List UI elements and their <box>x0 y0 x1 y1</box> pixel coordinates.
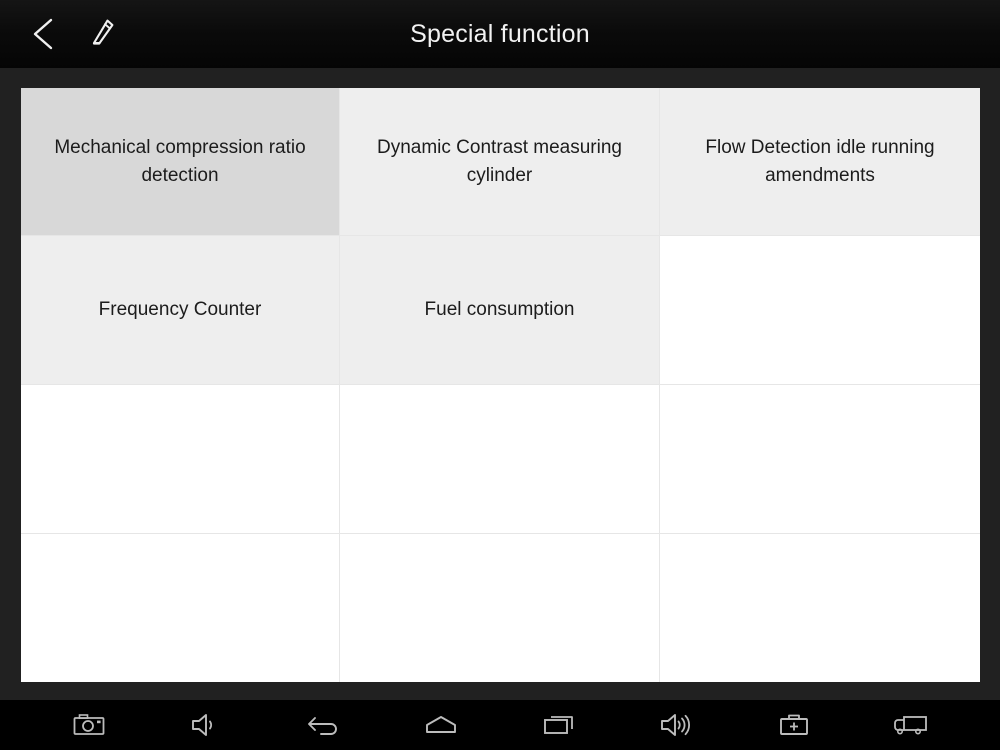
function-cell[interactable]: Dynamic Contrast measuring cylinder <box>340 88 660 236</box>
nav-home-button[interactable] <box>404 702 478 748</box>
pencil-icon <box>86 17 116 51</box>
function-cell-label: Frequency Counter <box>98 299 262 320</box>
chevron-left-icon <box>29 17 57 51</box>
recent-apps-icon <box>542 713 576 737</box>
function-cell-empty <box>660 236 980 385</box>
volume-up-icon <box>659 711 693 739</box>
nav-back-button[interactable] <box>287 702 361 748</box>
function-cell-empty <box>340 534 660 682</box>
nav-volume-up-button[interactable] <box>639 702 713 748</box>
back-arrow-icon <box>307 712 341 738</box>
function-cell-empty <box>340 385 660 534</box>
nav-volume-down-button[interactable] <box>169 702 243 748</box>
function-cell-empty <box>660 534 980 682</box>
page-title: Special function <box>410 19 590 48</box>
function-cell-empty <box>660 385 980 534</box>
nav-vehicle-button[interactable] <box>874 702 948 748</box>
content-area: Mechanical compression ratio detection Dy… <box>0 68 1000 700</box>
function-cell-empty <box>21 385 340 534</box>
function-cell-label: Dynamic Contrast measuring cylinder <box>377 136 622 186</box>
truck-icon <box>892 713 930 737</box>
function-cell-empty <box>21 534 340 682</box>
function-cell-label: Mechanical compression ratio detection <box>54 136 306 186</box>
camera-icon <box>72 712 106 738</box>
toolbox-icon <box>778 712 810 738</box>
function-cell[interactable]: Flow Detection idle running amendments <box>660 88 980 236</box>
back-button[interactable] <box>14 4 72 64</box>
function-cell-label: Flow Detection idle running amendments <box>705 136 935 186</box>
app-root: Special function Mechanical compression … <box>0 0 1000 750</box>
title-bar: Special function <box>0 0 1000 68</box>
nav-toolbox-button[interactable] <box>757 702 831 748</box>
title-bar-actions <box>0 0 130 68</box>
function-cell[interactable]: Fuel consumption <box>340 236 660 385</box>
function-cell-label: Fuel consumption <box>424 299 575 320</box>
nav-screenshot-button[interactable] <box>52 702 126 748</box>
function-grid: Mechanical compression ratio detection Dy… <box>21 88 980 682</box>
edit-button[interactable] <box>72 4 130 64</box>
volume-down-icon <box>190 711 222 739</box>
function-cell[interactable]: Frequency Counter <box>21 236 340 385</box>
bottom-nav-bar <box>0 700 1000 750</box>
nav-recent-apps-button[interactable] <box>522 702 596 748</box>
home-icon <box>424 713 458 737</box>
function-cell[interactable]: Mechanical compression ratio detection <box>21 88 340 236</box>
